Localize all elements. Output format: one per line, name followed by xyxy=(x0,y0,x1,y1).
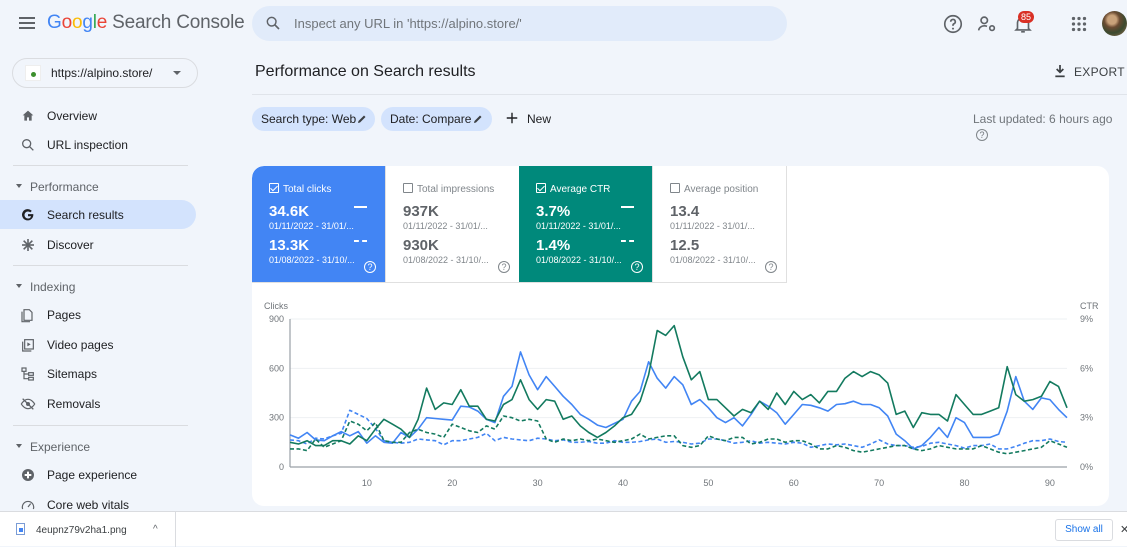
sidebar-item-url-inspection[interactable]: URL inspection xyxy=(0,130,196,159)
search-icon xyxy=(21,139,34,151)
chevron-down-icon xyxy=(173,71,181,75)
site-favicon-icon xyxy=(25,65,41,81)
sidebar-item-video-pages[interactable]: Video pages xyxy=(0,330,196,359)
apps-grid-icon[interactable] xyxy=(1068,13,1090,35)
video-pages-icon xyxy=(22,339,34,352)
edit-pencil-icon xyxy=(358,115,366,123)
collapse-triangle-icon xyxy=(16,444,22,448)
sidebar-item-search-results[interactable]: Search results xyxy=(0,200,196,229)
y-tick-label-right: 3% xyxy=(1080,413,1093,423)
app-logo[interactable]: Google Search Console xyxy=(47,12,245,34)
help-icon[interactable]: ? xyxy=(976,129,988,141)
series-line-2 xyxy=(289,324,1068,447)
sidebar-item-removals[interactable]: Removals xyxy=(0,389,196,418)
filter-chip-search-type[interactable]: Search type: Web xyxy=(252,107,375,131)
page-experience-icon xyxy=(22,469,34,481)
notification-badge: 85 xyxy=(1018,11,1035,23)
new-filter-button[interactable]: New xyxy=(503,107,555,131)
x-tick-label: 40 xyxy=(618,478,628,488)
x-tick-label: 50 xyxy=(703,478,713,488)
last-updated-text: Last updated: 6 hours ago? xyxy=(973,112,1113,141)
sidebar-item-pages[interactable]: Pages xyxy=(0,300,196,329)
x-tick-label: 10 xyxy=(362,478,372,488)
download-filename: 4eupnz79v2ha1.png xyxy=(36,525,127,536)
sitemap-icon xyxy=(21,367,34,381)
sidebar-divider xyxy=(13,425,188,426)
collapse-triangle-icon xyxy=(16,284,22,288)
search-icon xyxy=(266,16,280,30)
y-tick-label-right: 9% xyxy=(1080,314,1093,324)
google-wordmark: Google xyxy=(47,12,108,33)
property-selector[interactable]: https://alpino.store/ xyxy=(12,58,198,88)
header-divider xyxy=(252,94,1127,95)
edit-pencil-icon xyxy=(474,115,482,123)
x-tick-label: 20 xyxy=(447,478,457,488)
sidebar-item-sitemaps[interactable]: Sitemaps xyxy=(0,359,196,388)
x-tick-label: 90 xyxy=(1045,478,1055,488)
x-tick-label: 30 xyxy=(533,478,543,488)
performance-chart[interactable]: Clicks CTR 0 0% 300 3% 600 6% 900 9% 10 20 30 40 50 6… xyxy=(252,166,1109,506)
y-tick-label-right: 6% xyxy=(1080,363,1093,373)
plus-icon xyxy=(506,112,518,124)
show-all-downloads-button[interactable]: Show all xyxy=(1055,519,1113,541)
url-inspect-search[interactable] xyxy=(252,6,787,41)
google-g-icon xyxy=(22,209,34,221)
sidebar-divider xyxy=(13,165,188,166)
account-avatar[interactable] xyxy=(1102,11,1127,36)
help-icon[interactable] xyxy=(942,13,964,35)
sidebar-section-indexing[interactable]: Indexing xyxy=(0,274,196,298)
sidebar-item-discover[interactable]: Discover xyxy=(0,230,196,259)
close-icon[interactable]: ✕ xyxy=(1120,523,1127,536)
y-tick-label-left: 900 xyxy=(269,314,284,324)
home-icon xyxy=(22,110,34,121)
image-file-icon xyxy=(16,523,25,535)
sidebar-divider xyxy=(13,265,188,266)
download-item[interactable]: 4eupnz79v2ha1.png ^ xyxy=(0,512,176,547)
sidebar-item-page-experience[interactable]: Page experience xyxy=(0,460,196,489)
collapse-triangle-icon xyxy=(16,184,22,188)
x-tick-label: 60 xyxy=(789,478,799,488)
product-name: Search Console xyxy=(112,12,245,33)
url-inspect-input[interactable] xyxy=(294,6,774,41)
page-title: Performance on Search results xyxy=(255,63,476,80)
pages-icon xyxy=(21,309,33,323)
user-settings-icon[interactable] xyxy=(976,13,998,35)
x-tick-label: 70 xyxy=(874,478,884,488)
y-tick-label-left: 600 xyxy=(269,363,284,373)
y-tick-label-left: 300 xyxy=(269,413,284,423)
y-tick-label-left: 0 xyxy=(279,462,284,472)
filter-chip-date[interactable]: Date: Compare xyxy=(381,107,492,131)
property-url: https://alpino.store/ xyxy=(51,66,153,80)
download-bar: 4eupnz79v2ha1.png ^ Show all ✕ xyxy=(0,511,1127,547)
asterisk-icon xyxy=(22,239,34,251)
y-axis-label-right: CTR xyxy=(1080,301,1099,311)
x-tick-label: 80 xyxy=(960,478,970,488)
main-menu-button[interactable] xyxy=(17,14,37,34)
y-axis-label-left: Clicks xyxy=(264,301,288,311)
performance-card: Total clicks 34.6K 01/11/2022 - 31/01/..… xyxy=(252,166,1109,506)
chevron-up-icon[interactable]: ^ xyxy=(153,524,158,535)
sidebar-section-experience[interactable]: Experience xyxy=(0,434,196,458)
sidebar-section-performance[interactable]: Performance xyxy=(0,174,196,198)
download-icon xyxy=(1055,65,1065,78)
eye-off-icon xyxy=(20,398,36,410)
y-tick-label-right: 0% xyxy=(1080,462,1093,472)
top-bar: GoogleSearch Console 85 xyxy=(0,0,1127,50)
sidebar-item-overview[interactable]: Overview xyxy=(0,101,196,130)
